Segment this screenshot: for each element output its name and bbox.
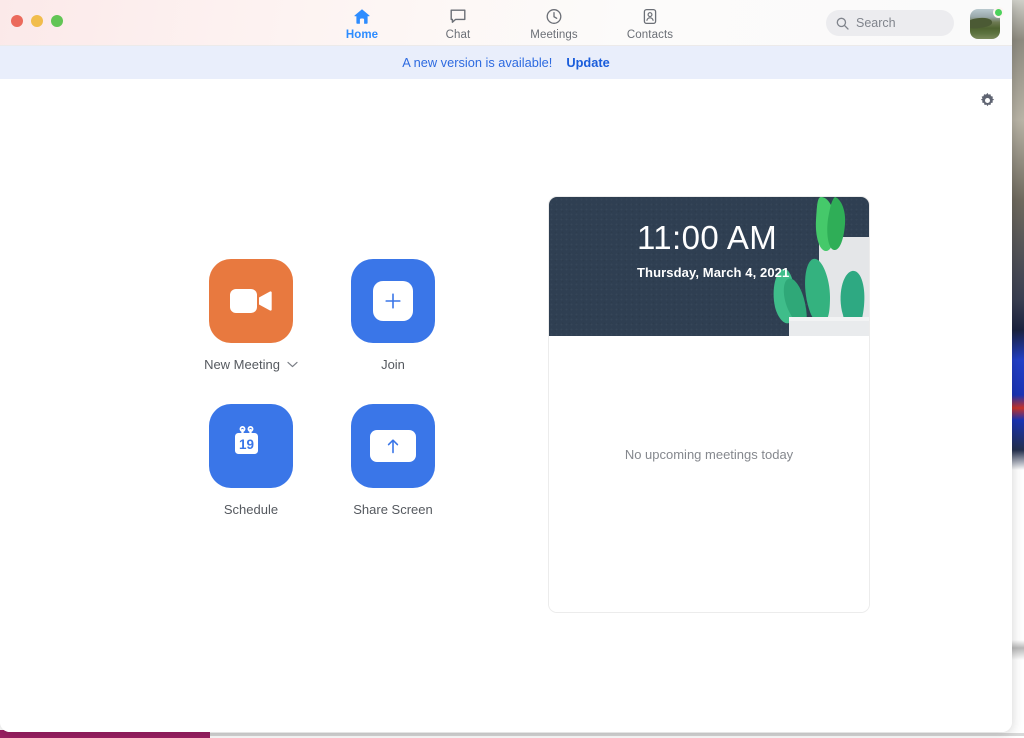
upcoming-meetings-card: 11:00 AM Thursday, March 4, 2021 No upco… xyxy=(548,196,870,613)
schedule-button[interactable]: 19 Schedule xyxy=(180,404,322,549)
nav-item-meetings[interactable]: Meetings xyxy=(523,6,585,41)
clock-icon xyxy=(545,8,563,26)
quick-actions: New Meeting Join 19 Schedule Share Scree… xyxy=(180,259,464,549)
new-meeting-button[interactable]: New Meeting xyxy=(180,259,322,404)
join-button[interactable]: Join xyxy=(322,259,464,404)
search-placeholder: Search xyxy=(856,16,896,30)
schedule-tile: 19 xyxy=(209,404,293,488)
clock-text: 11:00 AM Thursday, March 4, 2021 xyxy=(549,197,869,280)
title-bar: Home Chat Meetings Contacts Search xyxy=(0,0,1012,46)
action-label: Join xyxy=(381,357,405,372)
chevron-down-icon[interactable] xyxy=(287,361,298,368)
nav-item-contacts[interactable]: Contacts xyxy=(619,6,681,41)
main-navigation: Home Chat Meetings Contacts xyxy=(331,0,681,46)
action-label: Share Screen xyxy=(353,502,433,517)
share-screen-tile xyxy=(351,404,435,488)
new-meeting-tile xyxy=(209,259,293,343)
update-banner: A new version is available! Update xyxy=(0,46,1012,79)
video-camera-icon xyxy=(230,289,272,313)
join-label-row: Join xyxy=(381,357,405,372)
gear-icon xyxy=(980,92,994,106)
share-screen-icon xyxy=(387,439,399,454)
share-screen-inner-rect xyxy=(370,430,416,462)
home-content: New Meeting Join 19 Schedule Share Scree… xyxy=(0,79,1012,732)
search-icon xyxy=(836,17,849,30)
share-screen-label-row: Share Screen xyxy=(353,502,433,517)
calendar-icon: 19 xyxy=(235,426,258,454)
maximize-button[interactable] xyxy=(51,15,63,27)
nav-item-chat[interactable]: Chat xyxy=(427,6,489,41)
calendar-day: 19 xyxy=(239,437,254,452)
nav-item-label: Home xyxy=(345,28,379,41)
nav-item-home[interactable]: Home xyxy=(331,6,393,41)
status-badge xyxy=(993,7,1004,18)
update-link[interactable]: Update xyxy=(566,55,609,70)
share-screen-button[interactable]: Share Screen xyxy=(322,404,464,549)
minimize-button[interactable] xyxy=(31,15,43,27)
current-date: Thursday, March 4, 2021 xyxy=(637,264,790,280)
settings-button[interactable] xyxy=(976,89,998,111)
chat-icon xyxy=(449,8,467,26)
update-banner-message: A new version is available! xyxy=(402,55,553,70)
new-meeting-label-row: New Meeting xyxy=(204,357,298,372)
nav-item-label: Meetings xyxy=(530,28,578,41)
nav-item-label: Chat xyxy=(445,28,471,41)
meetings-list-body: No upcoming meetings today xyxy=(549,336,869,612)
avatar[interactable] xyxy=(970,7,1004,41)
background-bottom-line xyxy=(210,733,1024,736)
contacts-icon xyxy=(641,8,659,26)
clock-panel: 11:00 AM Thursday, March 4, 2021 xyxy=(549,197,869,336)
close-button[interactable] xyxy=(11,15,23,27)
action-label: Schedule xyxy=(223,502,279,517)
plus-icon xyxy=(385,293,401,309)
join-inner-square xyxy=(373,281,413,321)
zoom-app-window: Home Chat Meetings Contacts Search A new… xyxy=(0,0,1012,732)
schedule-label-row: Schedule xyxy=(224,502,278,517)
empty-state-message: No upcoming meetings today xyxy=(624,446,794,462)
current-time: 11:00 AM xyxy=(637,219,778,256)
join-tile xyxy=(351,259,435,343)
nav-item-label: Contacts xyxy=(626,28,674,41)
search-input[interactable]: Search xyxy=(826,10,954,36)
action-label: New Meeting xyxy=(204,357,280,372)
home-icon xyxy=(353,8,371,26)
window-controls xyxy=(11,15,63,27)
